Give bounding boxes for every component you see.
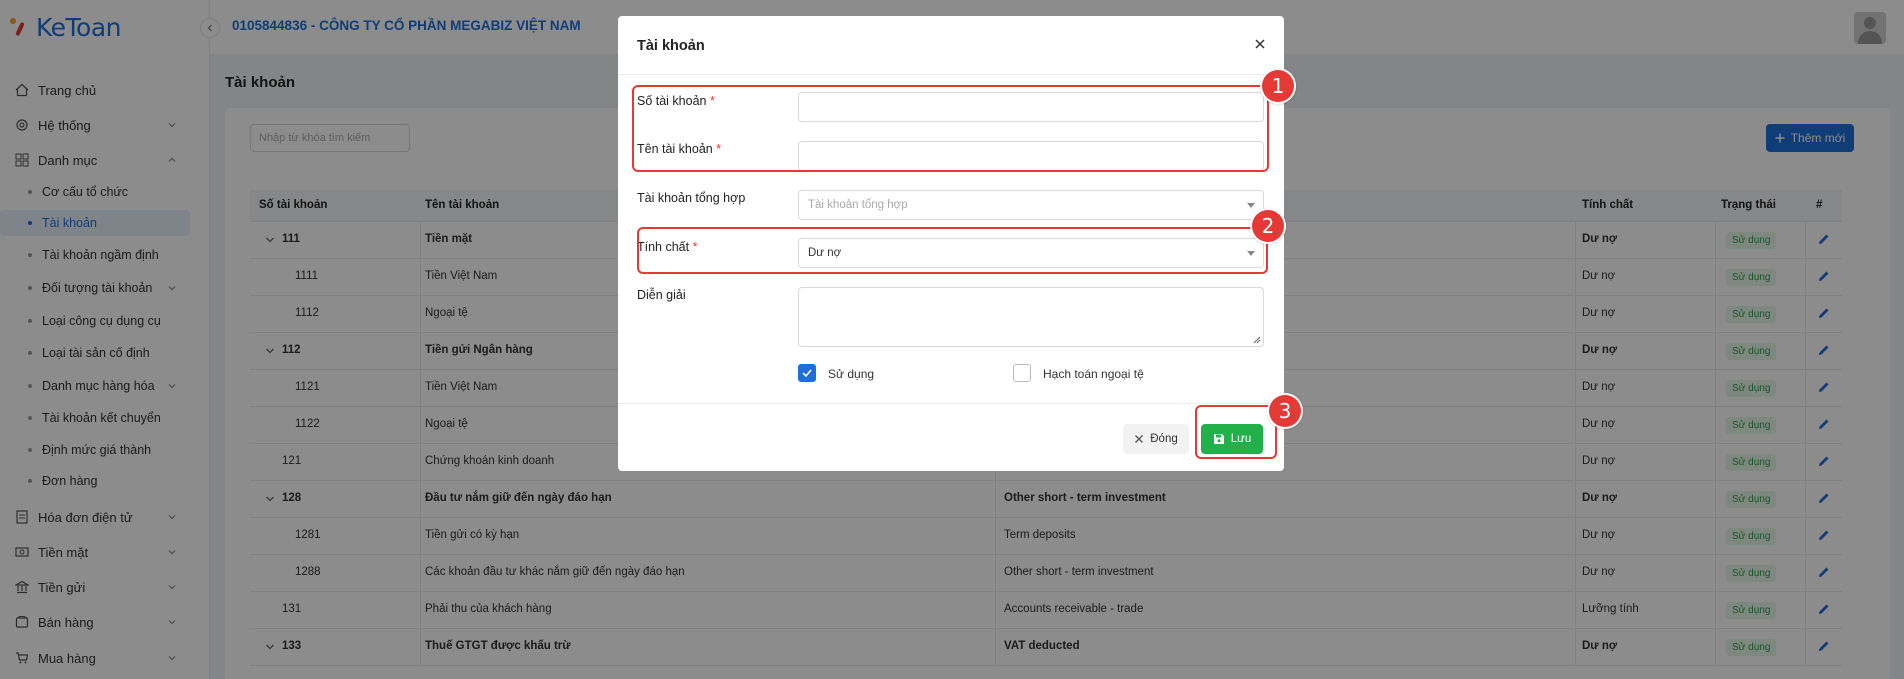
resize-handle-icon[interactable]: [1253, 336, 1261, 344]
close-icon: [1135, 435, 1144, 443]
callout-number-3: 3: [1269, 395, 1301, 427]
parent-account-label: Tài khoản tổng hợp: [637, 191, 746, 205]
description-textarea[interactable]: [798, 287, 1264, 347]
callout-box-1: [632, 85, 1269, 172]
callout-box-3: [1195, 405, 1277, 459]
parent-account-placeholder: Tài khoản tổng hợp: [808, 199, 908, 211]
modal-header-divider: [618, 74, 1284, 75]
description-label: Diễn giải: [637, 288, 686, 302]
modal-footer-divider: [618, 403, 1284, 404]
close-button[interactable]: Đóng: [1123, 424, 1189, 454]
close-icon[interactable]: [1252, 36, 1268, 52]
parent-account-select[interactable]: Tài khoản tổng hợp: [798, 190, 1264, 220]
callout-number-2: 2: [1252, 210, 1284, 242]
foreign-currency-checkbox[interactable]: [1013, 364, 1031, 382]
modal-title: Tài khoản: [637, 38, 705, 54]
foreign-currency-label: Hạch toán ngoại tệ: [1043, 367, 1144, 381]
caret-down-icon: [1247, 203, 1255, 208]
close-button-label: Đóng: [1150, 433, 1178, 445]
use-checkbox[interactable]: [798, 364, 816, 382]
callout-number-1: 1: [1262, 70, 1294, 102]
check-icon: [802, 369, 812, 378]
callout-box-2: [637, 227, 1268, 274]
use-checkbox-label: Sử dụng: [828, 367, 875, 381]
